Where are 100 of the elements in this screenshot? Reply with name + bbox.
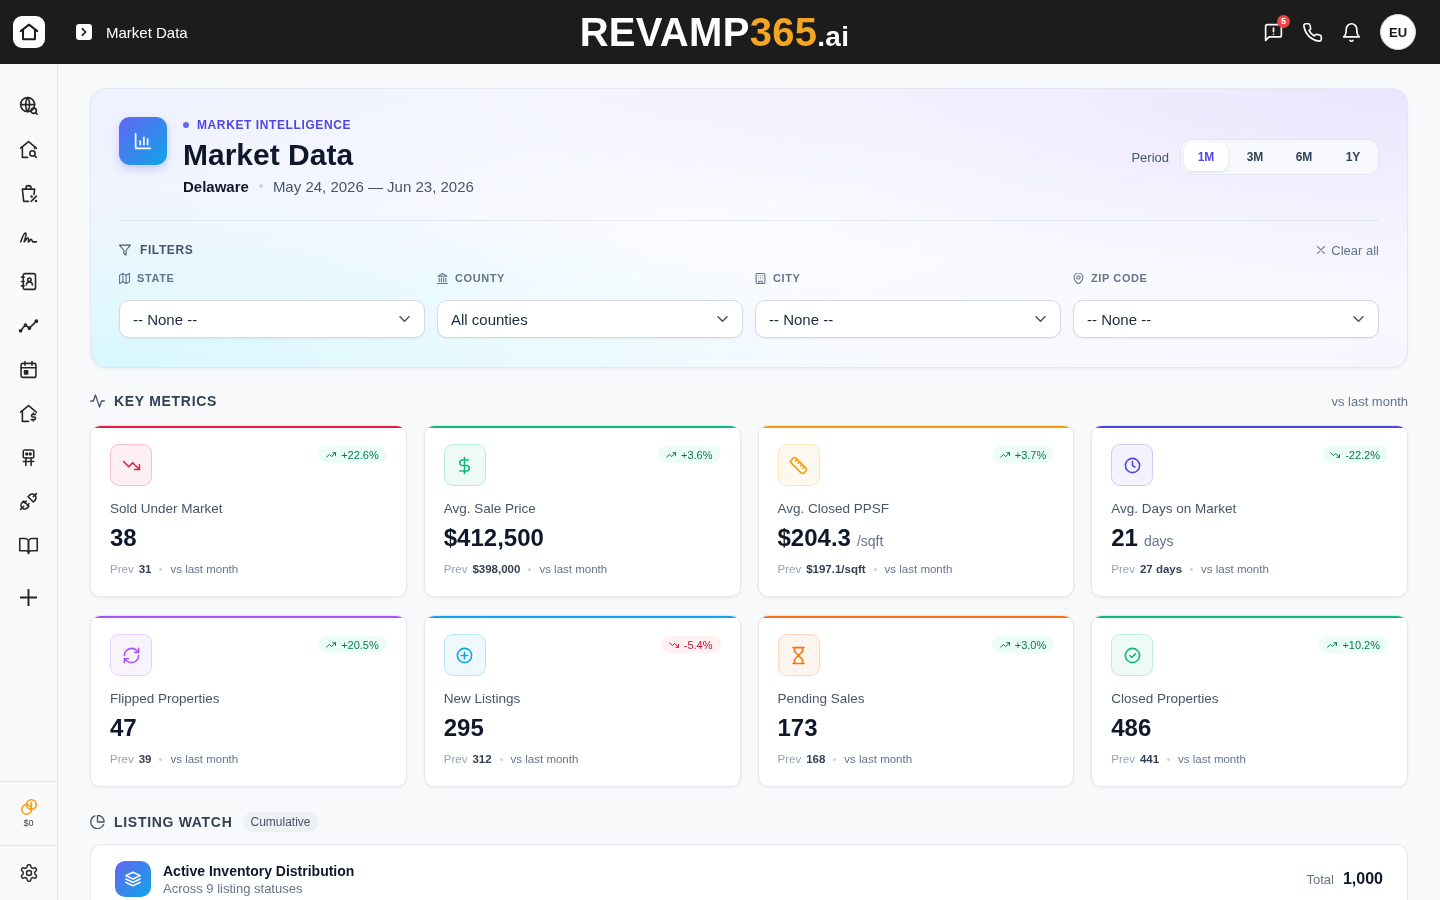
calendar-icon[interactable]	[18, 358, 39, 380]
change-value: +3.0%	[1014, 638, 1047, 651]
change-value: +20.5%	[341, 638, 379, 651]
prev-label: Prev	[110, 563, 134, 575]
house-logo-icon[interactable]	[13, 16, 45, 48]
filter-label: STATE	[137, 272, 175, 284]
period-label: Period	[1131, 149, 1169, 165]
metric-unit: /sqft	[856, 533, 884, 549]
home-dollar-icon[interactable]	[18, 402, 39, 424]
period-tab[interactable]: 1Y	[1331, 143, 1375, 171]
user-avatar[interactable]: EU	[1380, 14, 1416, 50]
date-range: May 24, 2026 — Jun 23, 2026	[272, 177, 474, 195]
comparison-note: vs last month	[1201, 563, 1269, 575]
section-heading: LISTING WATCH	[114, 814, 233, 830]
metric-value: 173	[777, 713, 818, 743]
period-tab[interactable]: 6M	[1282, 143, 1326, 171]
change-value: +22.6%	[341, 448, 379, 461]
plus-icon[interactable]	[20, 588, 37, 606]
section-heading: KEY METRICS	[114, 393, 218, 409]
filter-icon	[119, 244, 131, 256]
prev-value: 39	[138, 753, 152, 765]
card-title: Active Inventory Distribution	[163, 861, 355, 880]
prev-value: $197.1/sqft	[806, 563, 866, 575]
pie-chart-icon	[90, 815, 105, 829]
prev-value: 441	[1139, 753, 1160, 765]
notification-badge: 5	[1277, 14, 1290, 28]
filter-label: CITY	[773, 272, 801, 284]
prev-value: 27 days	[1139, 563, 1183, 575]
comparison-note: vs last month	[510, 753, 579, 765]
metric-value: 47	[110, 713, 137, 743]
settings-icon[interactable]	[18, 863, 39, 883]
metric-value: $204.3	[777, 523, 851, 553]
dropdown-select[interactable]: All counties	[437, 300, 743, 338]
refresh-icon	[110, 634, 152, 676]
dollar-icon	[443, 444, 486, 486]
separator-dot-icon	[159, 567, 163, 571]
separator-dot-icon	[159, 757, 163, 761]
total-label: Total	[1306, 872, 1334, 887]
period-tab[interactable]: 3M	[1233, 143, 1277, 171]
comparison-note: vs last month	[170, 563, 239, 575]
ruler-icon	[777, 444, 820, 486]
change-value: -22.2%	[1345, 448, 1380, 461]
metric-value: 295	[443, 713, 484, 743]
phone-icon[interactable]	[1302, 21, 1323, 43]
chevron-down-icon	[399, 316, 410, 322]
dropdown-select[interactable]: -- None --	[1073, 300, 1379, 338]
clear-all-button[interactable]: Clear all	[1317, 242, 1379, 258]
metric-value: 486	[1111, 713, 1152, 743]
section-eyebrow: MARKET INTELLIGENCE	[197, 118, 352, 132]
globe-search-icon[interactable]	[18, 94, 39, 116]
close-icon	[1317, 246, 1326, 254]
prev-value: $398,000	[472, 563, 521, 575]
metric-label: Avg. Days on Market	[1111, 500, 1237, 518]
bank-icon	[437, 272, 448, 284]
metric-label: New Listings	[443, 690, 521, 708]
separator-dot-icon	[1190, 567, 1194, 571]
metric-label: Avg. Sale Price	[443, 500, 536, 518]
layers-icon	[115, 861, 151, 897]
prev-label: Prev	[443, 753, 468, 765]
prev-label: Prev	[443, 563, 468, 575]
separator-dot-icon	[258, 184, 263, 188]
plug-icon[interactable]	[18, 490, 39, 512]
sidebar-toggle-icon[interactable]	[76, 24, 92, 40]
prev-label: Prev	[1111, 753, 1135, 765]
dropdown-select[interactable]: -- None --	[755, 300, 1061, 338]
map-pin-icon	[1073, 272, 1084, 284]
map-icon	[119, 272, 130, 284]
contacts-book-icon[interactable]	[18, 270, 39, 292]
metric-unit: days	[1143, 533, 1174, 549]
prev-label: Prev	[1111, 563, 1135, 575]
separator-dot-icon	[528, 567, 532, 571]
home-search-icon[interactable]	[18, 138, 39, 160]
metric-label: Closed Properties	[1111, 690, 1219, 708]
change-value: +10.2%	[1342, 638, 1380, 651]
metric-value: 21	[1111, 523, 1138, 553]
total-value: 1,000	[1342, 870, 1383, 888]
comparison-note: vs last month	[539, 563, 608, 575]
trend-down-icon	[110, 444, 152, 486]
mode-tag: Cumulative	[242, 812, 319, 832]
filter-label: COUNTY	[455, 272, 506, 284]
prev-label: Prev	[777, 753, 802, 765]
period-tab[interactable]: 1M	[1184, 143, 1228, 171]
credit-balance: $0	[23, 818, 34, 828]
metric-label: Pending Sales	[777, 690, 865, 708]
bell-icon[interactable]	[1341, 21, 1362, 43]
comparison-note: vs last month	[844, 753, 913, 765]
chevron-down-icon	[1353, 316, 1364, 322]
prev-value: 312	[472, 753, 492, 765]
location-label: Delaware	[183, 177, 249, 195]
chevron-down-icon	[1035, 316, 1046, 322]
prev-value: 31	[138, 563, 152, 575]
metric-label: Sold Under Market	[110, 500, 223, 518]
change-value: +3.6%	[681, 448, 713, 461]
prev-label: Prev	[777, 563, 802, 575]
separator-dot-icon	[873, 567, 877, 571]
separator-dot-icon	[499, 757, 503, 761]
bar-chart-icon	[119, 117, 167, 165]
comparison-note: vs last month	[1331, 393, 1408, 409]
metric-label: Flipped Properties	[110, 690, 220, 708]
dropdown-select[interactable]: -- None --	[119, 300, 425, 338]
